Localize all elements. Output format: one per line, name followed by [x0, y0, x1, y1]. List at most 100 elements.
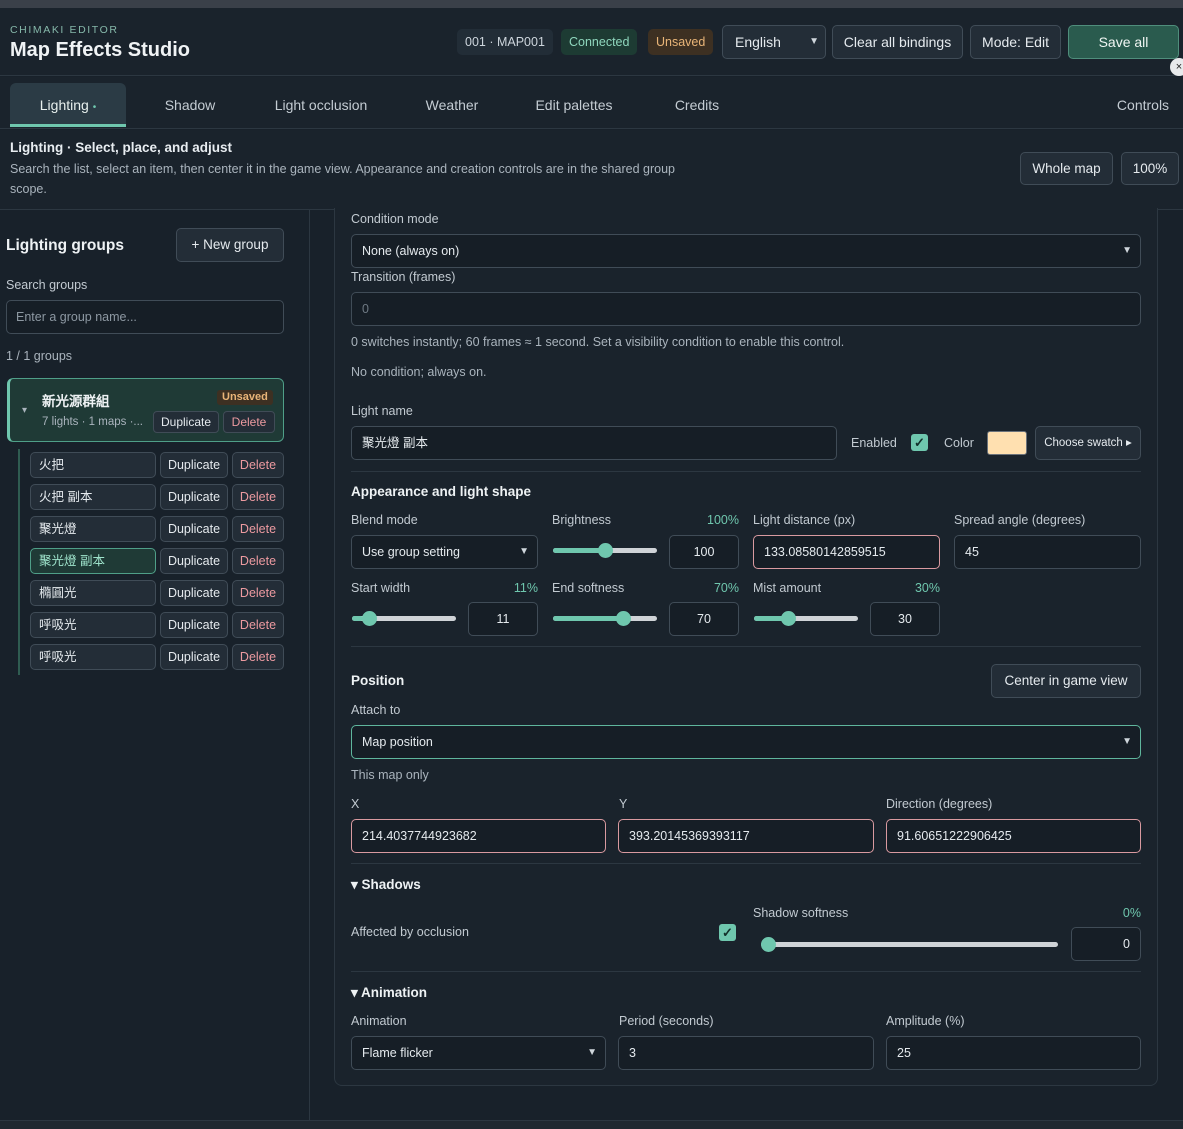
spread-angle-input[interactable]: 45 — [954, 535, 1141, 569]
mist-amount-input[interactable]: 30 — [870, 602, 940, 636]
connection-status-badge: Connected — [561, 29, 638, 55]
light-duplicate-button[interactable]: Duplicate — [160, 484, 228, 510]
divider — [351, 863, 1141, 864]
brightness-percent: 100% — [707, 513, 739, 527]
light-distance-label: Light distance (px) — [753, 513, 856, 527]
light-name-button[interactable]: 呼吸光 — [30, 612, 156, 638]
light-delete-button[interactable]: Delete — [232, 452, 284, 478]
light-duplicate-button[interactable]: Duplicate — [160, 580, 228, 606]
condition-mode-select[interactable]: None (always on) ▼ — [351, 234, 1141, 268]
color-swatch[interactable] — [987, 431, 1027, 455]
slider-thumb[interactable] — [761, 937, 776, 952]
light-name-input[interactable]: 聚光燈 副本 — [351, 426, 837, 460]
shadow-softness-input[interactable]: 0 — [1071, 927, 1141, 961]
center-in-game-view-button[interactable]: Center in game view — [991, 664, 1141, 698]
tab-lighting[interactable]: Lighting • — [10, 83, 126, 127]
light-name-button[interactable]: 橢圓光 — [30, 580, 156, 606]
light-list-item: 呼吸光 Duplicate Delete — [30, 612, 284, 638]
x-input[interactable]: 214.4037744923682 — [351, 819, 606, 853]
start-width-percent: 11% — [513, 581, 538, 595]
light-duplicate-button[interactable]: Duplicate — [160, 644, 228, 670]
shadow-softness-percent: 0% — [1122, 906, 1141, 920]
light-distance-input[interactable]: 133.08580142859515 — [753, 535, 940, 569]
animation-section-toggle[interactable]: ▾ Animation — [351, 985, 427, 1001]
blend-mode-select[interactable]: Use group setting ▼ — [351, 535, 538, 569]
period-input[interactable]: 3 — [618, 1036, 874, 1070]
chevron-down-icon: ▼ — [519, 546, 529, 557]
light-delete-button[interactable]: Delete — [232, 580, 284, 606]
divider — [351, 646, 1141, 647]
light-name-button[interactable]: 聚光燈 副本 — [30, 548, 156, 574]
group-card[interactable]: ▾ 新光源群組 Unsaved 7 lights · 1 maps ·... D… — [7, 378, 284, 442]
transition-input[interactable]: 0 — [351, 292, 1141, 326]
tab-shadow[interactable]: Shadow — [150, 83, 230, 127]
shadow-softness-slider[interactable] — [761, 936, 1058, 952]
group-delete-button[interactable]: Delete — [223, 411, 275, 433]
light-delete-button[interactable]: Delete — [232, 644, 284, 670]
end-softness-label: End softness — [552, 581, 625, 595]
slider-thumb[interactable] — [598, 543, 613, 558]
light-name-button[interactable]: 火把 副本 — [30, 484, 156, 510]
tab-controls[interactable]: Controls — [1108, 83, 1178, 127]
tab-light-occlusion[interactable]: Light occlusion — [262, 83, 380, 127]
language-select[interactable]: English ▼ — [722, 25, 826, 59]
slider-thumb[interactable] — [615, 611, 631, 626]
group-count: 1 / 1 groups — [6, 349, 73, 363]
light-duplicate-button[interactable]: Duplicate — [160, 516, 228, 542]
brightness-slider[interactable] — [553, 542, 657, 558]
light-delete-button[interactable]: Delete — [232, 548, 284, 574]
light-duplicate-button[interactable]: Duplicate — [160, 612, 228, 638]
new-group-button[interactable]: + New group — [176, 228, 284, 262]
save-all-button[interactable]: Save all — [1068, 25, 1179, 59]
mode-toggle-button[interactable]: Mode: Edit — [970, 25, 1061, 59]
collapse-arrow-icon[interactable]: ▾ — [22, 405, 27, 416]
occlusion-checkbox[interactable]: ✓ — [719, 924, 736, 941]
tab-credits[interactable]: Credits — [664, 83, 730, 127]
period-label: Period (seconds) — [619, 1014, 714, 1028]
whole-map-button[interactable]: Whole map — [1020, 152, 1113, 185]
clear-bindings-button[interactable]: Clear all bindings — [832, 25, 963, 59]
y-input[interactable]: 393.20145369393117 — [618, 819, 874, 853]
start-width-slider[interactable] — [352, 610, 456, 626]
tab-edit-palettes[interactable]: Edit palettes — [524, 83, 624, 127]
light-delete-button[interactable]: Delete — [232, 516, 284, 542]
occlusion-label: Affected by occlusion — [351, 925, 469, 939]
condition-mode-value: None (always on) — [362, 244, 460, 258]
end-softness-input[interactable]: 70 — [669, 602, 739, 636]
group-name: 新光源群組 — [42, 394, 110, 409]
slider-thumb[interactable] — [781, 611, 796, 626]
light-name-button[interactable]: 呼吸光 — [30, 644, 156, 670]
mist-amount-slider[interactable] — [754, 610, 858, 626]
light-duplicate-button[interactable]: Duplicate — [160, 452, 228, 478]
info-banner: Lighting · Select, place, and adjust Sea… — [0, 130, 1183, 210]
animation-select[interactable]: Flame flicker ▼ — [351, 1036, 606, 1070]
page-description: Search the list, select an item, then ce… — [10, 162, 675, 196]
light-duplicate-button[interactable]: Duplicate — [160, 548, 228, 574]
brightness-input[interactable]: 100 — [669, 535, 739, 569]
group-duplicate-button[interactable]: Duplicate — [153, 411, 219, 433]
close-icon[interactable]: × — [1170, 58, 1183, 76]
color-label: Color — [944, 436, 974, 450]
enabled-checkbox[interactable]: ✓ — [911, 434, 928, 451]
chevron-down-icon: ▼ — [809, 36, 819, 47]
spread-angle-label: Spread angle (degrees) — [954, 513, 1086, 527]
light-delete-button[interactable]: Delete — [232, 484, 284, 510]
shadow-softness-label: Shadow softness — [753, 906, 849, 920]
start-width-input[interactable]: 11 — [468, 602, 538, 636]
choose-swatch-button[interactable]: Choose swatch ▸ — [1035, 426, 1141, 460]
zoom-button[interactable]: 100% — [1121, 152, 1179, 185]
light-name-button[interactable]: 聚光燈 — [30, 516, 156, 542]
attach-to-label: Attach to — [351, 703, 401, 717]
slider-thumb[interactable] — [361, 611, 377, 626]
light-delete-button[interactable]: Delete — [232, 612, 284, 638]
attach-to-select[interactable]: Map position ▼ — [351, 725, 1141, 759]
direction-input[interactable]: 91.60651222906425 — [886, 819, 1141, 853]
tab-weather[interactable]: Weather — [412, 83, 492, 127]
x-label: X — [351, 797, 360, 811]
search-input[interactable]: Enter a group name... — [6, 300, 284, 334]
end-softness-slider[interactable] — [553, 610, 657, 626]
chevron-down-icon: ▼ — [1122, 736, 1132, 747]
shadows-section-toggle[interactable]: ▾ Shadows — [351, 877, 421, 893]
amplitude-input[interactable]: 25 — [886, 1036, 1141, 1070]
light-name-button[interactable]: 火把 — [30, 452, 156, 478]
